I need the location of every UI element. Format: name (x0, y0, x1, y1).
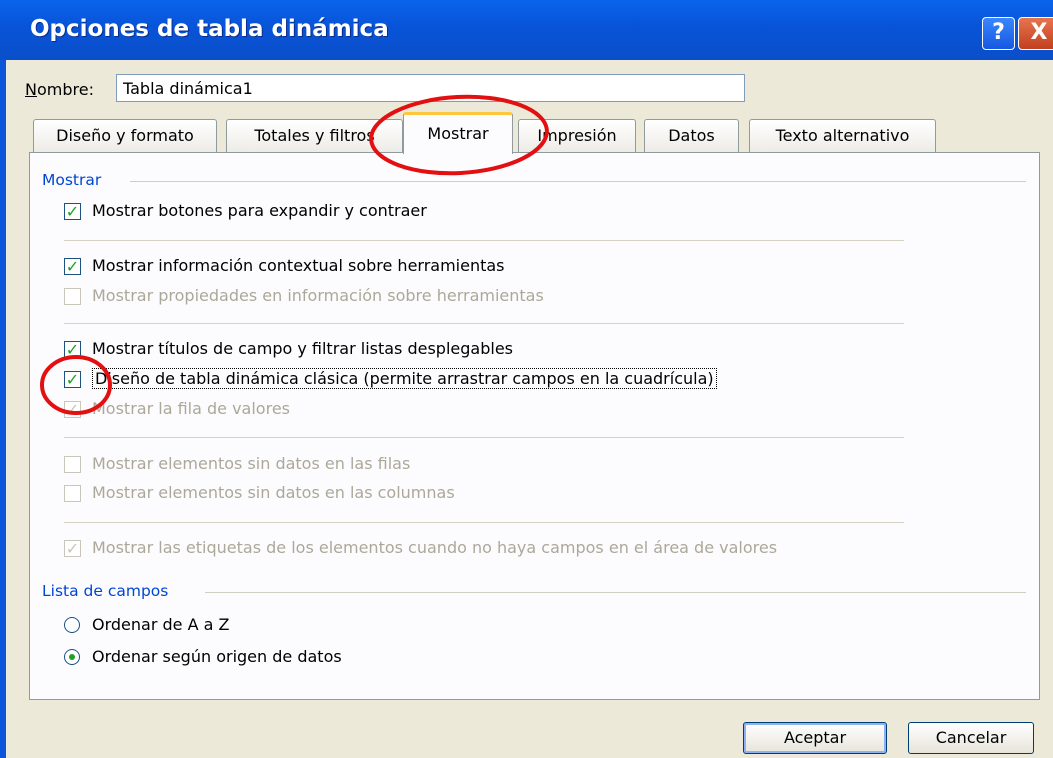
group-header-lista-campos: Lista de campos (42, 582, 169, 600)
title-bar: Opciones de tabla dinámica ? X (0, 0, 1053, 62)
check-mark-icon: ✓ (65, 400, 80, 419)
checkbox (64, 456, 81, 473)
radio-button[interactable] (64, 617, 80, 633)
name-label: Nombre: (25, 80, 94, 99)
tab-texto-alternativo[interactable]: Texto alternativo (749, 119, 936, 153)
tab-datos[interactable]: Datos (644, 119, 739, 153)
classic-layout-label: Diseño de tabla dinámica clásica (permit… (92, 368, 717, 389)
check-mark-icon: ✓ (65, 340, 80, 359)
tab-impresion[interactable]: Impresión (518, 119, 636, 153)
close-button[interactable]: X (1018, 17, 1053, 50)
checkbox-label: Diseño de tabla dinámica clásica (permit… (92, 368, 717, 389)
checkbox-label: Mostrar información contextual sobre her… (92, 256, 505, 275)
checkbox: ✓ (64, 540, 81, 557)
separator (64, 323, 904, 324)
checkbox: ✓ (64, 401, 81, 418)
checkbox[interactable]: ✓ (64, 371, 81, 388)
checkbox-label: Mostrar la fila de valores (92, 399, 290, 418)
name-label-accel: N (25, 80, 37, 99)
separator (64, 240, 904, 241)
checkbox[interactable]: ✓ (64, 341, 81, 358)
check-mark-icon: ✓ (65, 539, 80, 558)
separator (64, 522, 904, 523)
checkbox-label: Mostrar elementos sin datos en las colum… (92, 483, 455, 502)
tab-mostrar[interactable]: Mostrar (403, 112, 513, 154)
checkbox-label: Mostrar botones para expandir y contraer (92, 201, 427, 220)
checkbox-label: Mostrar títulos de campo y filtrar lista… (92, 339, 513, 358)
checkbox[interactable]: ✓ (64, 258, 81, 275)
group-divider-lista-campos (205, 592, 1026, 593)
radio-button[interactable] (64, 649, 80, 665)
tab-totales-filtros[interactable]: Totales y filtros (226, 119, 403, 153)
help-button[interactable]: ? (982, 17, 1015, 50)
checkbox (64, 288, 81, 305)
checkbox[interactable]: ✓ (64, 203, 81, 220)
name-input[interactable]: Tabla dinámica1 (116, 74, 745, 102)
checkbox-label: Mostrar las etiquetas de los elementos c… (92, 538, 778, 557)
group-divider-mostrar (130, 181, 1026, 182)
ok-button[interactable]: Aceptar (743, 722, 887, 754)
check-mark-icon: ✓ (65, 370, 80, 389)
radio-selected-dot (69, 654, 75, 660)
name-label-rest: ombre: (36, 80, 94, 99)
cancel-button[interactable]: Cancelar (908, 722, 1034, 754)
checkbox-label: Mostrar propiedades en información sobre… (92, 286, 544, 305)
radio-label: Ordenar de A a Z (92, 615, 230, 634)
check-mark-icon: ✓ (65, 202, 80, 221)
tab-diseno-formato[interactable]: Diseño y formato (33, 119, 217, 153)
checkbox-label: Mostrar elementos sin datos en las filas (92, 454, 411, 473)
check-mark-icon: ✓ (65, 257, 80, 276)
radio-label: Ordenar según origen de datos (92, 647, 342, 666)
separator (64, 437, 904, 438)
checkbox (64, 485, 81, 502)
dialog-title: Opciones de tabla dinámica (30, 16, 389, 42)
group-header-mostrar: Mostrar (42, 171, 102, 189)
